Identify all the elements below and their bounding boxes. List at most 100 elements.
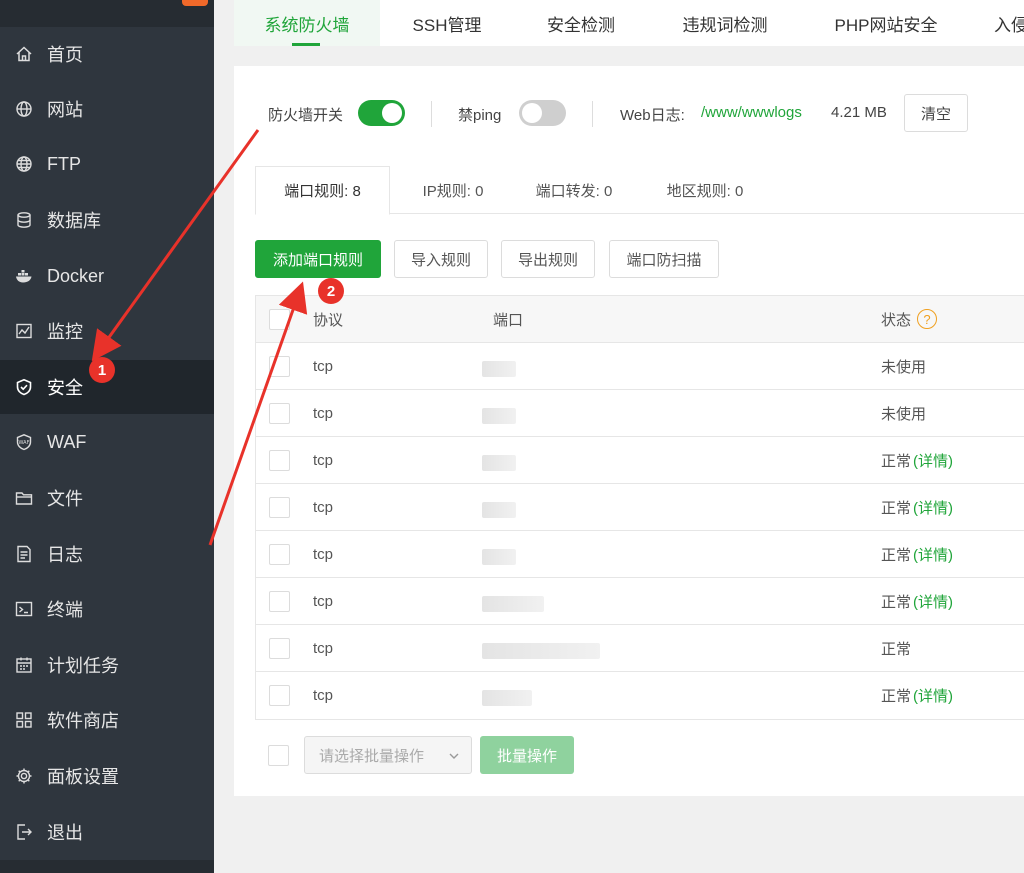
- row-checkbox[interactable]: [269, 638, 290, 659]
- header-status: 状态 ?: [881, 296, 938, 342]
- protocol-cell: tcp: [313, 404, 334, 422]
- folder-icon: [15, 489, 33, 507]
- calendar-icon: [15, 656, 33, 674]
- tab-intrusion[interactable]: 入侵: [994, 0, 1024, 46]
- sidebar-item-label: 安全: [47, 378, 83, 398]
- help-icon[interactable]: ?: [917, 309, 938, 329]
- batch-select-checkbox[interactable]: [268, 745, 289, 766]
- table-row: tcp 正常 (详情): [256, 484, 1024, 531]
- tab-ip-rules[interactable]: IP规则: 0: [403, 166, 503, 214]
- select-all-checkbox[interactable]: [269, 309, 290, 330]
- sidebar-item-monitor[interactable]: 监控: [0, 304, 214, 358]
- status-detail-link[interactable]: (详情): [913, 450, 953, 471]
- protocol-cell: tcp: [313, 357, 334, 375]
- protocol-cell: tcp: [313, 639, 334, 657]
- batch-operation-row: 请选择批量操作 批量操作: [255, 736, 1015, 776]
- weblog-path[interactable]: /www/wwwlogs: [701, 104, 802, 121]
- port-cell-redacted: [482, 502, 516, 518]
- sidebar-item-label: 面板设置: [47, 767, 119, 787]
- protocol-cell: tcp: [313, 451, 334, 469]
- port-scan-protection-button[interactable]: 端口防扫描: [609, 240, 719, 278]
- status-detail-link[interactable]: (详情): [913, 544, 953, 565]
- status-text: 正常: [881, 687, 912, 705]
- status-cell: 正常 (详情): [881, 578, 953, 624]
- weblog-size: 4.21 MB: [831, 104, 887, 121]
- sidebar-item-cron[interactable]: 计划任务: [0, 638, 214, 692]
- import-rules-button[interactable]: 导入规则: [394, 240, 488, 278]
- sidebar-item-label: WAF: [47, 431, 87, 452]
- clear-log-button[interactable]: 清空: [904, 94, 968, 132]
- row-checkbox[interactable]: [269, 497, 290, 518]
- export-rules-button[interactable]: 导出规则: [501, 240, 595, 278]
- waf-shield-icon: WAF: [15, 433, 33, 451]
- divider: [592, 101, 593, 127]
- status-detail-link[interactable]: (详情): [913, 685, 953, 706]
- batch-operation-select[interactable]: 请选择批量操作: [304, 736, 472, 774]
- table-row: tcp 正常: [256, 625, 1024, 672]
- protocol-cell: tcp: [313, 498, 334, 516]
- sidebar-item-logout[interactable]: 退出: [0, 805, 214, 859]
- table-header: 协议 端口 状态 ?: [256, 296, 1024, 343]
- row-checkbox[interactable]: [269, 356, 290, 377]
- sidebar-item-docker[interactable]: Docker: [0, 249, 214, 303]
- row-checkbox[interactable]: [269, 544, 290, 565]
- security-tab-bar: 系统防火墙 SSH管理 安全检测 违规词检测 PHP网站安全 入侵: [234, 0, 1024, 46]
- row-checkbox[interactable]: [269, 403, 290, 424]
- status-cell: 未使用: [881, 390, 928, 436]
- port-rules-table: 协议 端口 状态 ? tcp 未使用 tcp 未使用 tcp 正常 (详情) tcp 正常 (详情…: [255, 295, 1024, 720]
- status-text: 正常: [881, 499, 912, 517]
- status-detail-link[interactable]: (详情): [913, 591, 953, 612]
- tab-php-site-security[interactable]: PHP网站安全: [814, 0, 958, 46]
- add-port-rule-button[interactable]: 添加端口规则: [255, 240, 381, 278]
- row-checkbox[interactable]: [269, 450, 290, 471]
- row-checkbox[interactable]: [269, 591, 290, 612]
- divider: [431, 101, 432, 127]
- protocol-cell: tcp: [313, 686, 334, 704]
- port-cell-redacted: [482, 596, 544, 612]
- sidebar-footer: [0, 860, 214, 873]
- tab-security-check[interactable]: 安全检测: [524, 0, 638, 46]
- home-icon: [15, 45, 33, 63]
- sidebar-item-label: 软件商店: [47, 711, 119, 731]
- sidebar-item-label: 网站: [47, 100, 83, 120]
- protocol-cell: tcp: [313, 592, 334, 610]
- sidebar-item-ftp[interactable]: FTP: [0, 137, 214, 191]
- status-cell: 正常 (详情): [881, 672, 953, 718]
- ftp-globe-icon: [15, 155, 33, 173]
- sidebar-item-label: 终端: [47, 600, 83, 620]
- gear-icon: [15, 767, 33, 785]
- tab-port-forward[interactable]: 端口转发: 0: [519, 166, 629, 214]
- tab-ssh-management[interactable]: SSH管理: [394, 0, 500, 46]
- sidebar-item-waf[interactable]: WAF WAF: [0, 415, 214, 469]
- sidebar-item-terminal[interactable]: 终端: [0, 582, 214, 636]
- table-row: tcp 正常 (详情): [256, 437, 1024, 484]
- batch-operation-button[interactable]: 批量操作: [480, 736, 574, 774]
- sidebar-item-home[interactable]: 首页: [0, 27, 214, 81]
- sidebar-item-database[interactable]: 数据库: [0, 193, 214, 247]
- annotation-badge-2: 2: [318, 278, 344, 304]
- sidebar-item-files[interactable]: 文件: [0, 471, 214, 525]
- header-status-label: 状态: [881, 311, 912, 329]
- sidebar-item-settings[interactable]: 面板设置: [0, 749, 214, 803]
- row-checkbox[interactable]: [269, 685, 290, 706]
- status-cell: 正常 (详情): [881, 531, 953, 577]
- status-detail-link[interactable]: (详情): [913, 497, 953, 518]
- rule-tab-bar: 端口规则: 8 IP规则: 0 端口转发: 0 地区规则: 0: [255, 166, 1024, 215]
- shield-check-icon: [15, 378, 33, 396]
- weblog-label: Web日志:: [620, 107, 685, 124]
- ping-switch[interactable]: [519, 100, 566, 126]
- chevron-down-icon: [449, 753, 459, 759]
- sidebar-item-label: 数据库: [47, 211, 101, 231]
- firewall-switch[interactable]: [358, 100, 405, 126]
- tab-violation-words[interactable]: 违规词检测: [660, 0, 790, 46]
- ping-label: 禁ping: [458, 107, 502, 124]
- tab-port-rules[interactable]: 端口规则: 8: [255, 166, 390, 215]
- port-cell-redacted: [482, 549, 516, 565]
- sidebar-item-store[interactable]: 软件商店: [0, 693, 214, 747]
- tab-region-rules[interactable]: 地区规则: 0: [650, 166, 760, 214]
- sidebar-item-website[interactable]: 网站: [0, 82, 214, 136]
- tab-system-firewall[interactable]: 系统防火墙: [234, 0, 380, 46]
- header-port: 端口: [493, 311, 524, 329]
- sidebar-item-logs[interactable]: 日志: [0, 527, 214, 581]
- sidebar-item-label: 退出: [47, 823, 83, 843]
